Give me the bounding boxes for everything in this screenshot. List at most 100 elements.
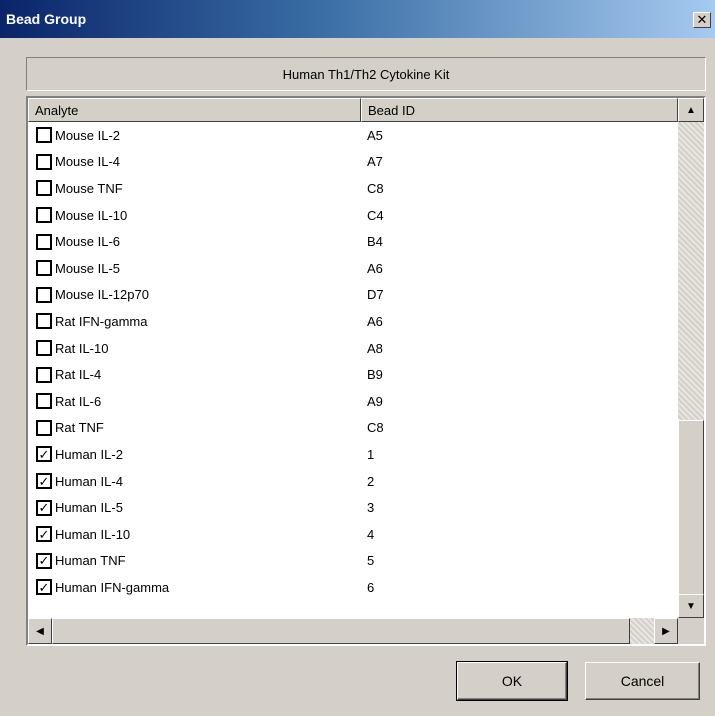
- vertical-scroll-thumb[interactable]: [678, 420, 704, 596]
- bead-id: A7: [367, 154, 383, 170]
- close-button[interactable]: ✕: [693, 12, 711, 28]
- checkmark-icon: ✓: [38, 579, 50, 595]
- analyte-checkbox[interactable]: ✓: [36, 526, 52, 543]
- analyte-checkbox[interactable]: [36, 313, 52, 330]
- list-item[interactable]: Rat IFN-gamma A6: [28, 308, 678, 335]
- list-item[interactable]: Rat IL-6 A9: [28, 388, 678, 415]
- bead-id: B4: [367, 234, 383, 250]
- bead-id: 4: [367, 526, 375, 542]
- checkmark-icon: ✓: [38, 500, 50, 516]
- list-item[interactable]: Rat IL-10 A8: [28, 335, 678, 362]
- analyte-name: Mouse TNF: [55, 180, 123, 196]
- arrow-left-icon: ◀: [36, 625, 44, 637]
- analyte-checkbox[interactable]: [36, 340, 52, 357]
- bead-id: 2: [367, 473, 375, 489]
- list-header: Analyte Bead ID: [28, 98, 678, 122]
- list-item[interactable]: Mouse TNF C8: [28, 175, 678, 202]
- analyte-checkbox[interactable]: [36, 260, 52, 277]
- cancel-button[interactable]: Cancel: [585, 662, 700, 700]
- checkmark-icon: ✓: [38, 526, 50, 542]
- analyte-checkbox[interactable]: [36, 153, 52, 170]
- analyte-checkbox[interactable]: ✓: [36, 446, 52, 463]
- list-item[interactable]: ✓ Human IL-2 1: [28, 441, 678, 468]
- list-item[interactable]: Mouse IL-6 B4: [28, 228, 678, 255]
- list-item[interactable]: Mouse IL-2 A5: [28, 122, 678, 149]
- bead-id: A5: [367, 127, 383, 143]
- scroll-down-button[interactable]: ▼: [678, 594, 704, 618]
- analyte-checkbox[interactable]: [36, 393, 52, 410]
- analyte-name: Human IL-4: [55, 473, 123, 489]
- analyte-name: Mouse IL-4: [55, 154, 121, 170]
- column-header-analyte[interactable]: Analyte: [28, 98, 361, 122]
- scroll-right-button[interactable]: ▶: [654, 618, 678, 644]
- checkmark-icon: ✓: [38, 473, 50, 489]
- bead-id: 6: [367, 579, 375, 595]
- analyte-checkbox[interactable]: [36, 180, 52, 197]
- vertical-scrollbar[interactable]: ▲ ▼: [678, 98, 704, 618]
- analyte-name: Human IL-2: [55, 446, 123, 462]
- bead-id: A6: [367, 313, 383, 329]
- list-item[interactable]: Rat TNF C8: [28, 415, 678, 442]
- analyte-name: Rat IL-4: [55, 367, 102, 383]
- scrollbar-corner: [678, 618, 704, 644]
- horizontal-scroll-thumb[interactable]: [52, 618, 630, 644]
- list-item[interactable]: ✓ Human IL-4 2: [28, 468, 678, 495]
- horizontal-scrollbar[interactable]: ◀ ▶: [28, 618, 678, 644]
- list-item[interactable]: Mouse IL-4 A7: [28, 149, 678, 176]
- analyte-name: Rat IL-6: [55, 393, 102, 409]
- analyte-name: Mouse IL-12p70: [55, 287, 149, 303]
- close-icon: ✕: [696, 12, 708, 27]
- analyte-name: Human IFN-gamma: [55, 579, 170, 595]
- arrow-down-icon: ▼: [686, 600, 696, 612]
- checkmark-icon: ✓: [38, 553, 50, 569]
- bead-id: C4: [367, 207, 384, 223]
- list-item[interactable]: ✓ Human TNF 5: [28, 548, 678, 575]
- analyte-checkbox[interactable]: [36, 286, 52, 303]
- analyte-list[interactable]: Analyte Bead ID Mouse IL-2 A5 Mouse IL-4 A7…: [26, 96, 706, 646]
- list-item[interactable]: ✓ Human IL-10 4: [28, 521, 678, 548]
- window-title: Bead Group: [6, 11, 87, 27]
- analyte-name: Rat TNF: [55, 420, 104, 436]
- bead-id: 5: [367, 553, 375, 569]
- analyte-name: Mouse IL-6: [55, 234, 121, 250]
- list-item[interactable]: Mouse IL-12p70 D7: [28, 282, 678, 309]
- analyte-name: Mouse IL-10: [55, 207, 128, 223]
- analyte-checkbox[interactable]: [36, 419, 52, 436]
- bead-id: A6: [367, 260, 383, 276]
- bead-id: B9: [367, 367, 383, 383]
- scroll-up-button[interactable]: ▲: [678, 98, 704, 122]
- analyte-checkbox[interactable]: [36, 366, 52, 383]
- analyte-name: Mouse IL-2: [55, 127, 121, 143]
- analyte-checkbox[interactable]: [36, 127, 52, 144]
- analyte-name: Mouse IL-5: [55, 260, 121, 276]
- analyte-checkbox[interactable]: ✓: [36, 579, 52, 596]
- arrow-up-icon: ▲: [686, 104, 696, 116]
- analyte-checkbox[interactable]: ✓: [36, 552, 52, 569]
- analyte-checkbox[interactable]: ✓: [36, 499, 52, 516]
- analyte-checkbox[interactable]: [36, 207, 52, 224]
- analyte-name: Human IL-10: [55, 526, 131, 542]
- bead-id: A9: [367, 393, 383, 409]
- scroll-left-button[interactable]: ◀: [28, 618, 52, 644]
- checkmark-icon: ✓: [38, 446, 50, 462]
- analyte-name: Rat IL-10: [55, 340, 109, 356]
- analyte-name: Rat IFN-gamma: [55, 313, 148, 329]
- analyte-checkbox[interactable]: [36, 233, 52, 250]
- list-item[interactable]: ✓ Human IFN-gamma 6: [28, 574, 678, 601]
- analyte-name: Human IL-5: [55, 500, 123, 516]
- kit-name-label: Human Th1/Th2 Cytokine Kit: [26, 57, 706, 91]
- arrow-right-icon: ▶: [662, 625, 670, 637]
- analyte-name: Human TNF: [55, 553, 126, 569]
- bead-id: 3: [367, 500, 375, 516]
- list-item[interactable]: Rat IL-4 B9: [28, 361, 678, 388]
- bead-id: C8: [367, 180, 384, 196]
- title-bar: Bead Group ✕: [0, 0, 715, 38]
- bead-id: D7: [367, 287, 384, 303]
- list-item[interactable]: Mouse IL-10 C4: [28, 202, 678, 229]
- column-header-bead-id[interactable]: Bead ID: [361, 98, 678, 122]
- list-item[interactable]: Mouse IL-5 A6: [28, 255, 678, 282]
- analyte-checkbox[interactable]: ✓: [36, 473, 52, 490]
- bead-id: C8: [367, 420, 384, 436]
- ok-button[interactable]: OK: [456, 661, 568, 701]
- list-item[interactable]: ✓ Human IL-5 3: [28, 494, 678, 521]
